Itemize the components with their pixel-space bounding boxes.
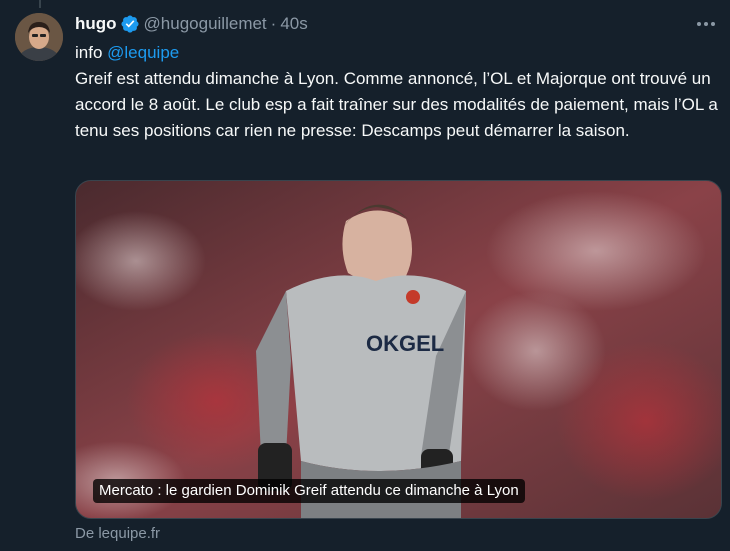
jersey-sponsor-text: OKGEL [366, 331, 444, 356]
display-name[interactable]: hugo [75, 14, 117, 34]
tweet[interactable]: hugo @hugoguillemet · 40s info @lequipe … [75, 12, 722, 542]
verified-badge-icon [120, 14, 140, 34]
thread-connector-line [39, 0, 41, 8]
timestamp[interactable]: 40s [280, 14, 307, 34]
tweet-text: info @lequipe Greif est attendu dimanche… [75, 40, 725, 144]
separator-dot: · [270, 14, 277, 33]
link-card[interactable]: OKGEL Mercato : le gardien Dominik Greif… [75, 180, 722, 519]
tweet-body: Greif est attendu dimanche à Lyon. Comme… [75, 69, 718, 140]
card-caption: Mercato : le gardien Dominik Greif atten… [93, 479, 525, 503]
tweet-intro-line: info @lequipe [75, 40, 725, 66]
card-source[interactable]: De lequipe.fr [75, 525, 160, 542]
avatar[interactable] [15, 13, 63, 61]
mention-link[interactable]: @lequipe [107, 43, 179, 62]
more-horizontal-icon[interactable] [694, 14, 718, 34]
tweet-header: hugo @hugoguillemet · 40s [75, 12, 720, 36]
user-handle[interactable]: @hugoguillemet [144, 14, 267, 34]
card-image: OKGEL [76, 181, 721, 518]
tweet-intro: info [75, 43, 108, 62]
